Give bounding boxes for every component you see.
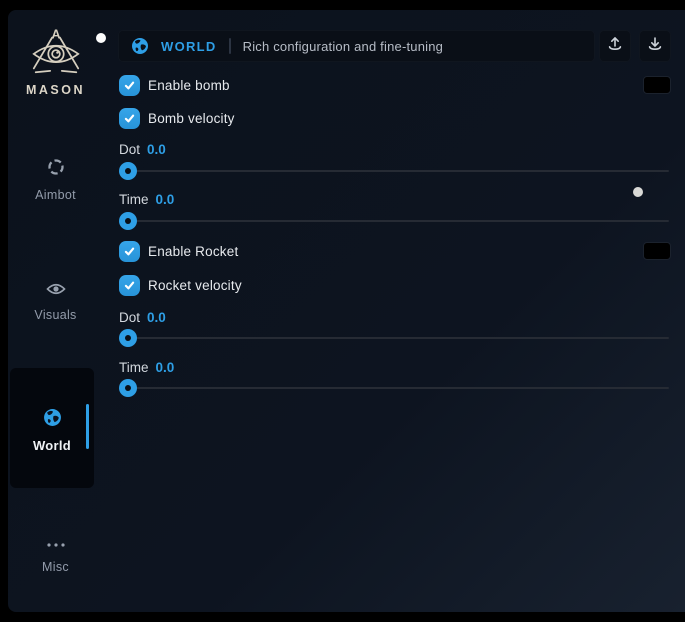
slider-track[interactable]	[119, 170, 669, 172]
check-icon	[122, 278, 137, 293]
slider-track[interactable]	[119, 387, 669, 389]
active-tab-indicator	[86, 404, 89, 449]
sidebar-item-aimbot[interactable]: Aimbot	[8, 158, 103, 202]
slider-value: 0.0	[156, 192, 175, 207]
slider-thumb[interactable]	[119, 329, 137, 347]
mason-logo-icon: A	[8, 26, 103, 78]
checkbox-row: Bomb velocity	[119, 108, 671, 129]
slider-label: Dot	[119, 310, 140, 325]
checkbox-label: Enable Rocket	[148, 244, 238, 259]
checkbox-row: Enable bomb	[119, 75, 671, 96]
upload-config-button[interactable]	[599, 30, 631, 62]
slider-value: 0.0	[147, 142, 166, 157]
slider-label: Dot	[119, 142, 140, 157]
rocket-time-slider[interactable]	[119, 379, 669, 397]
download-config-button[interactable]	[639, 30, 671, 62]
sidebar-item-label: Visuals	[34, 308, 76, 322]
enable-rocket-checkbox[interactable]	[119, 241, 140, 262]
slider-track[interactable]	[119, 220, 669, 222]
slider-label-row: Dot 0.0	[119, 142, 166, 157]
slider-label-row: Time 0.0	[119, 360, 174, 375]
svg-text:A: A	[51, 27, 60, 41]
sidebar-item-label: Misc	[42, 560, 69, 574]
rocket-color-swatch[interactable]	[643, 242, 671, 260]
sidebar-item-world-selected[interactable]: World	[10, 368, 94, 488]
cursor-dot	[96, 33, 106, 43]
bomb-time-slider[interactable]	[119, 212, 669, 230]
enable-bomb-checkbox[interactable]	[119, 75, 140, 96]
page-subtitle: Rich configuration and fine-tuning	[243, 39, 443, 54]
upload-icon	[607, 36, 623, 57]
slider-track[interactable]	[119, 337, 669, 339]
mod-menu-window: A MASON Aimbot	[8, 10, 685, 612]
slider-label-row: Time 0.0	[119, 192, 174, 207]
sidebar-item-label: World	[33, 438, 71, 453]
slider-thumb[interactable]	[119, 162, 137, 180]
bomb-dot-slider[interactable]	[119, 162, 669, 180]
slider-label: Time	[119, 192, 149, 207]
download-icon	[647, 36, 663, 57]
checkbox-label: Rocket velocity	[148, 278, 242, 293]
sidebar-item-misc[interactable]: Misc	[8, 535, 103, 574]
sidebar: A MASON Aimbot	[8, 10, 103, 612]
rocket-dot-slider[interactable]	[119, 329, 669, 347]
slider-label-row: Dot 0.0	[119, 310, 166, 325]
bomb-velocity-checkbox[interactable]	[119, 108, 140, 129]
ellipsis-icon	[46, 535, 66, 553]
globe-icon	[131, 37, 149, 55]
checkbox-label: Bomb velocity	[148, 111, 235, 126]
bomb-color-swatch[interactable]	[643, 76, 671, 94]
brand-name: MASON	[8, 83, 103, 97]
eye-icon	[46, 282, 66, 301]
slider-value: 0.0	[147, 310, 166, 325]
checkbox-row: Rocket velocity	[119, 275, 671, 296]
content-panel: WORLD Rich configuration and fine-tuning	[118, 20, 671, 600]
header-divider	[229, 38, 231, 54]
globe-icon	[43, 408, 62, 432]
sidebar-item-label: Aimbot	[35, 188, 76, 202]
sidebar-item-visuals[interactable]: Visuals	[8, 282, 103, 322]
slider-thumb[interactable]	[119, 212, 137, 230]
slider-thumb[interactable]	[119, 379, 137, 397]
check-icon	[122, 78, 137, 93]
cursor-dot	[633, 187, 643, 197]
checkbox-label: Enable bomb	[148, 78, 230, 93]
check-icon	[122, 244, 137, 259]
page-title: WORLD	[161, 39, 217, 54]
checkbox-row: Enable Rocket	[119, 241, 671, 262]
rocket-velocity-checkbox[interactable]	[119, 275, 140, 296]
slider-value: 0.0	[156, 360, 175, 375]
tab-header: WORLD Rich configuration and fine-tuning	[118, 30, 595, 62]
check-icon	[122, 111, 137, 126]
slider-label: Time	[119, 360, 149, 375]
crosshair-icon	[47, 158, 65, 181]
